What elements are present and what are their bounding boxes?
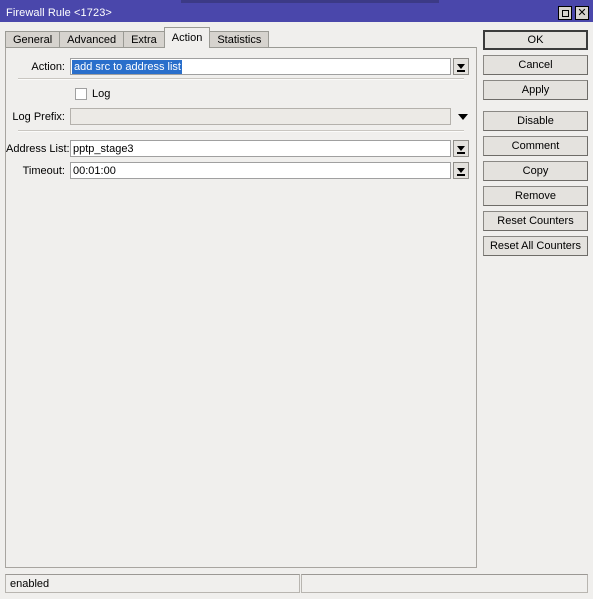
chevron-down-icon bbox=[457, 168, 465, 173]
dropdown-bar-icon bbox=[457, 174, 465, 176]
tab-statistics-label: Statistics bbox=[217, 34, 262, 46]
title-bar[interactable]: Firewall Rule <1723> ✕ bbox=[0, 4, 593, 22]
tab-extra[interactable]: Extra bbox=[123, 31, 165, 48]
apply-button[interactable]: Apply bbox=[483, 80, 588, 100]
dialog-button-column: OK Cancel Apply Disable Comment Copy Rem… bbox=[483, 30, 588, 261]
disable-button[interactable]: Disable bbox=[483, 111, 588, 131]
address-list-value: pptp_stage3 bbox=[73, 142, 134, 155]
timeout-value: 00:01:00 bbox=[73, 164, 116, 177]
apply-button-label: Apply bbox=[521, 84, 550, 96]
timeout-label: Timeout: bbox=[22, 164, 65, 177]
timeout-input[interactable]: 00:01:00 bbox=[70, 162, 451, 179]
ok-button[interactable]: OK bbox=[483, 30, 588, 50]
address-list-dropdown-button[interactable] bbox=[453, 140, 469, 157]
tab-advanced-label: Advanced bbox=[67, 34, 117, 46]
remove-button[interactable]: Remove bbox=[483, 186, 588, 206]
separator-2 bbox=[18, 130, 464, 132]
tab-advanced[interactable]: Advanced bbox=[59, 31, 125, 48]
status-state-text: enabled bbox=[10, 577, 50, 590]
restore-button[interactable] bbox=[558, 6, 572, 20]
log-prefix-input[interactable] bbox=[70, 108, 451, 125]
tab-strip: General Advanced Extra Action Statistics bbox=[5, 27, 270, 48]
status-bar: enabled bbox=[5, 574, 588, 593]
address-list-label: Address List: bbox=[6, 142, 70, 155]
action-input[interactable]: add src to address list bbox=[70, 58, 451, 75]
action-value: add src to address list bbox=[72, 59, 182, 74]
address-list-row: Address List: pptp_stage3 bbox=[6, 140, 469, 157]
window-title: Firewall Rule <1723> bbox=[6, 7, 112, 19]
action-dropdown-button[interactable] bbox=[453, 58, 469, 75]
tab-action[interactable]: Action bbox=[163, 27, 211, 48]
cancel-button-label: Cancel bbox=[518, 59, 553, 71]
address-list-input[interactable]: pptp_stage3 bbox=[70, 140, 451, 157]
reset-all-counters-button[interactable]: Reset All Counters bbox=[483, 236, 588, 256]
log-label: Log bbox=[92, 88, 111, 100]
chevron-down-icon bbox=[457, 64, 465, 69]
disable-button-label: Disable bbox=[517, 115, 554, 127]
comment-button-label: Comment bbox=[511, 140, 560, 152]
tab-general[interactable]: General bbox=[5, 31, 61, 48]
log-prefix-row: Log Prefix: bbox=[6, 108, 471, 125]
reset-counters-button-label: Reset Counters bbox=[497, 215, 574, 227]
log-prefix-label: Log Prefix: bbox=[12, 110, 65, 123]
log-prefix-dropdown-button[interactable] bbox=[455, 108, 471, 125]
tab-statistics[interactable]: Statistics bbox=[209, 31, 270, 48]
chevron-down-icon bbox=[458, 113, 468, 120]
copy-button[interactable]: Copy bbox=[483, 161, 588, 181]
ok-button-label: OK bbox=[527, 34, 544, 46]
reset-all-counters-button-label: Reset All Counters bbox=[489, 240, 582, 252]
window-controls: ✕ bbox=[558, 6, 589, 20]
firewall-rule-dialog: Firewall Rule <1723> ✕ General Advanced … bbox=[0, 0, 593, 599]
status-extra-cell bbox=[301, 574, 588, 593]
cancel-button[interactable]: Cancel bbox=[483, 55, 588, 75]
timeout-row: Timeout: 00:01:00 bbox=[6, 162, 469, 179]
reset-counters-button[interactable]: Reset Counters bbox=[483, 211, 588, 231]
close-icon: ✕ bbox=[577, 6, 587, 19]
dropdown-bar-icon bbox=[457, 152, 465, 154]
log-checkbox-row[interactable]: Log bbox=[75, 88, 110, 100]
restore-icon bbox=[561, 9, 569, 17]
close-button[interactable]: ✕ bbox=[575, 6, 589, 20]
tab-action-label: Action bbox=[171, 32, 203, 44]
timeout-dropdown-button[interactable] bbox=[453, 162, 469, 179]
tab-extra-label: Extra bbox=[131, 34, 157, 46]
log-checkbox[interactable] bbox=[75, 88, 87, 100]
tab-general-label: General bbox=[13, 34, 53, 46]
copy-button-label: Copy bbox=[522, 165, 549, 177]
separator-1 bbox=[18, 78, 464, 80]
action-label: Action: bbox=[31, 60, 65, 73]
dropdown-bar-icon bbox=[457, 70, 465, 72]
background-window-strip-dark bbox=[181, 0, 439, 3]
remove-button-label: Remove bbox=[515, 190, 556, 202]
chevron-down-icon bbox=[457, 146, 465, 151]
action-tab-panel: Action: add src to address list Log Log … bbox=[5, 47, 477, 568]
comment-button[interactable]: Comment bbox=[483, 136, 588, 156]
status-state-cell: enabled bbox=[5, 574, 301, 593]
action-row: Action: add src to address list bbox=[6, 58, 469, 75]
